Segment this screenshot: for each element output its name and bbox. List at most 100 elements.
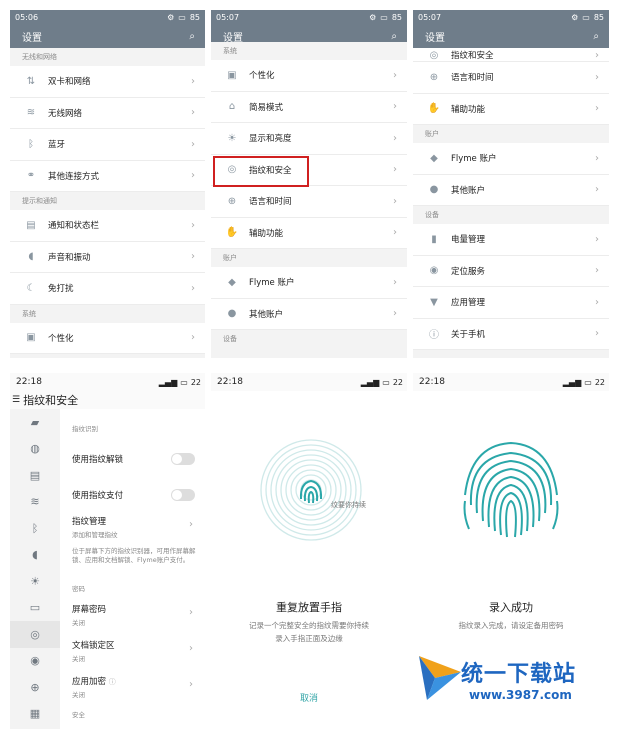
sidebar-category-icon[interactable]: ᛒ bbox=[10, 515, 60, 542]
settings-item[interactable]: ⇅ 双卡和网络 › bbox=[10, 66, 205, 98]
settings-item-icon: ● bbox=[227, 308, 237, 320]
chevron-right-icon: › bbox=[191, 251, 195, 263]
status-bar: 05:07 ⚙ ▭ 85 bbox=[211, 10, 407, 24]
settings-item-icon: ⊕ bbox=[429, 71, 439, 83]
fingerprint-pay-toggle[interactable] bbox=[171, 489, 195, 501]
category-sidebar: ▰ ◍ ▤ ≋ ᛒ ◖ ☀ ▭ ◎ ◉ ⊕ ▦ bbox=[10, 409, 60, 729]
status-bar: 05:06 ⚙ ▭ 85 bbox=[10, 10, 205, 24]
page-title: 设置 bbox=[22, 32, 42, 44]
section-header: 密码 bbox=[72, 585, 85, 593]
battery-icon: ▭ bbox=[584, 377, 592, 387]
menu-icon[interactable]: ☰ bbox=[12, 395, 20, 405]
battery-level: 85 bbox=[189, 12, 200, 22]
settings-item-label: 其他账户 bbox=[249, 309, 284, 320]
highlight-box bbox=[213, 156, 309, 187]
search-icon[interactable]: ⌕ bbox=[593, 31, 599, 42]
chevron-right-icon: › bbox=[191, 219, 195, 231]
settings-item[interactable]: ◖ 声音和振动 › bbox=[10, 241, 205, 273]
sidebar-category-icon[interactable]: ≋ bbox=[10, 489, 60, 516]
settings-content: 指纹识别 使用指纹解锁 使用指纹支付 指纹管理 添加和管理指纹 › 位于屏幕下方… bbox=[60, 409, 205, 729]
wifi-icon: ⚙ bbox=[571, 12, 579, 22]
sidebar-category-icon[interactable]: ◎ bbox=[10, 621, 60, 648]
settings-item[interactable]: ☾ 免打扰 › bbox=[10, 273, 205, 305]
fingerprint-icon: ◎ bbox=[429, 50, 439, 61]
settings-item-icon: ⓘ bbox=[429, 330, 439, 342]
sidebar-category-icon[interactable]: ☀ bbox=[10, 568, 60, 595]
search-icon[interactable]: ⌕ bbox=[391, 31, 397, 42]
settings-item[interactable]: ▣ 个性化 › bbox=[211, 60, 407, 92]
fingerprint-enroll-panel: 22:18 ▂▄▆ ▭ 22 纹要你持续 重复放置手指 记录一个完整安全的指纹需要你… bbox=[211, 373, 407, 729]
fingerprint-unlock-toggle[interactable] bbox=[171, 453, 195, 465]
fingerprint-manage-sub: 添加和管理指纹 bbox=[72, 531, 118, 539]
settings-item[interactable]: ᛒ 蓝牙 › bbox=[10, 129, 205, 161]
settings-item[interactable]: ▼ 应用管理 › bbox=[413, 287, 609, 319]
settings-item-icon: ◖ bbox=[28, 251, 34, 263]
toolbar: 设置 ⌕ bbox=[413, 24, 609, 48]
settings-item-icon: ▮ bbox=[431, 233, 437, 245]
settings-item[interactable]: ⊕ 语言和时间 › bbox=[211, 186, 407, 218]
app-encryption-row[interactable]: 应用加密 ⓘ 关闭 bbox=[72, 675, 199, 699]
settings-item[interactable]: ◉ 定位服务 › bbox=[413, 255, 609, 287]
sidebar-category-icon[interactable]: ▦ bbox=[10, 701, 60, 728]
settings-item[interactable]: ≋ 无线网络 › bbox=[10, 97, 205, 129]
sidebar-category-icon[interactable]: ▰ bbox=[10, 409, 60, 436]
sidebar-category-icon[interactable]: ▭ bbox=[10, 595, 60, 622]
settings-item[interactable]: ● 其他账户 › bbox=[211, 298, 407, 330]
search-icon[interactable]: ⌕ bbox=[189, 31, 195, 42]
sidebar-category-icon[interactable]: ◖ bbox=[10, 542, 60, 569]
chevron-right-icon: › bbox=[189, 519, 193, 530]
sidebar-category-icon[interactable]: ⊕ bbox=[10, 674, 60, 701]
header: ☰ 指纹和安全 bbox=[10, 391, 205, 409]
fingerprint-manage-row[interactable]: 指纹管理 添加和管理指纹 bbox=[72, 515, 199, 539]
section-header: 账户 bbox=[413, 125, 609, 143]
signal-icon: ▂▄▆ bbox=[562, 377, 582, 387]
sidebar-category-icon[interactable]: ◉ bbox=[10, 648, 60, 675]
settings-item[interactable]: ⊕ 语言和时间 › bbox=[413, 62, 609, 94]
settings-item[interactable]: ▤ 通知和状态栏 › bbox=[10, 210, 205, 242]
settings-item-label: 关于手机 bbox=[451, 329, 486, 340]
battery-icon: ▭ bbox=[178, 12, 186, 22]
battery-level: 22 bbox=[594, 377, 605, 387]
doc-lock-label: 文档锁定区 bbox=[72, 641, 115, 651]
enroll-success-panel: 22:18 ▂▄▆ ▭ 22 录入成功 指纹录入完成，请设定备用密码 统一下载站 w… bbox=[413, 373, 609, 729]
screen-password-row[interactable]: 屏幕密码 关闭 bbox=[72, 603, 199, 627]
settings-item-icon: ≋ bbox=[26, 107, 36, 119]
wifi-icon: ⚙ bbox=[167, 12, 175, 22]
settings-item[interactable]: ⚭ 其他连接方式 › bbox=[10, 160, 205, 192]
chevron-right-icon: › bbox=[191, 332, 195, 344]
settings-panel-1: 05:06 ⚙ ▭ 85 设置 ⌕ 无线和网络 ⇅ 双卡和网络 › ≋ 无线网络 › ᛒ 蓝牙 › ⚭ 其… bbox=[10, 10, 205, 358]
help-icon[interactable]: ⓘ bbox=[109, 678, 116, 686]
chevron-right-icon: › bbox=[393, 69, 397, 81]
settings-item[interactable]: ◆ Flyme 账户 › bbox=[413, 143, 609, 175]
enroll-title: 重复放置手指 bbox=[276, 601, 342, 614]
settings-item[interactable]: ▮ 电量管理 › bbox=[413, 224, 609, 256]
section-header: 提示和通知 bbox=[10, 192, 205, 210]
toolbar: 设置 ⌕ bbox=[10, 24, 205, 48]
settings-item[interactable]: ◎ 指纹和安全 › bbox=[413, 48, 609, 62]
settings-item[interactable]: ▣ 个性化 › bbox=[10, 322, 205, 354]
settings-item[interactable]: ◆ Flyme 账户 › bbox=[211, 267, 407, 299]
settings-item-label: 声音和振动 bbox=[48, 252, 91, 263]
battery-level: 22 bbox=[190, 377, 201, 387]
sidebar-category-icon[interactable]: ▤ bbox=[10, 462, 60, 489]
settings-item[interactable]: ☀ 显示和亮度 › bbox=[211, 123, 407, 155]
settings-item[interactable]: ✋ 辅助功能 › bbox=[211, 217, 407, 249]
settings-item-icon: ✋ bbox=[225, 227, 239, 239]
cancel-button[interactable]: 取消 bbox=[211, 691, 407, 704]
chevron-right-icon: › bbox=[189, 643, 193, 654]
chevron-right-icon: › bbox=[595, 103, 599, 115]
chevron-right-icon: › bbox=[393, 276, 397, 288]
doc-lock-row[interactable]: 文档锁定区 关闭 bbox=[72, 639, 199, 663]
section-header: 指纹识别 bbox=[72, 425, 98, 433]
status-time: 22:18 bbox=[419, 377, 445, 387]
app-encryption-label: 应用加密 bbox=[72, 677, 107, 687]
settings-item-label: 应用管理 bbox=[451, 298, 486, 309]
sidebar-category-icon[interactable]: ◍ bbox=[10, 436, 60, 463]
settings-item-icon: ⌂ bbox=[228, 101, 236, 113]
settings-item[interactable]: ⓘ 关于手机 › bbox=[413, 318, 609, 350]
settings-item[interactable]: ⌂ 简易模式 › bbox=[211, 91, 407, 123]
battery-icon: ▭ bbox=[380, 12, 388, 22]
chevron-right-icon: › bbox=[595, 233, 599, 245]
settings-item[interactable]: ● 其他账户 › bbox=[413, 174, 609, 206]
settings-item[interactable]: ✋ 辅助功能 › bbox=[413, 93, 609, 125]
